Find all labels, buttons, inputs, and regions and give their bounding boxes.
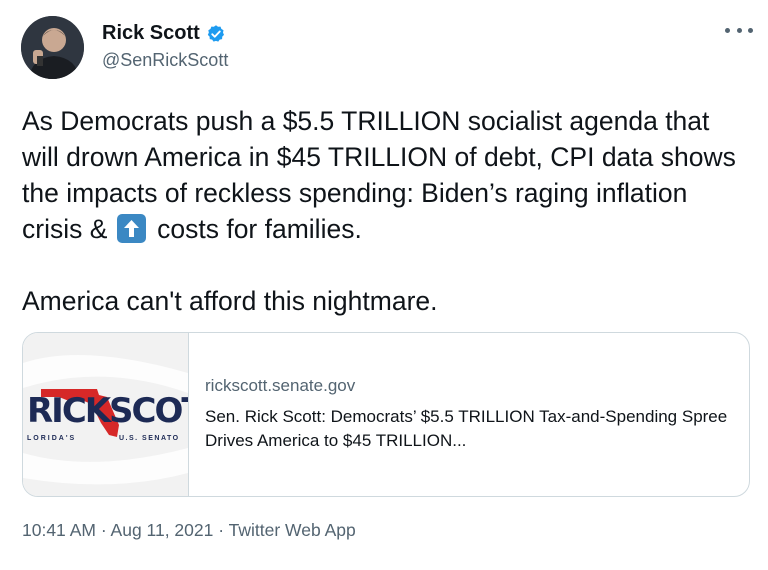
dot-icon (725, 27, 730, 33)
tweet-text: As Democrats push a $5.5 TRILLION social… (22, 103, 752, 319)
card-thumbnail: RICK SCOTT LORIDA'S U.S. SENATO (23, 333, 189, 496)
thumb-subtitle-left: LORIDA'S (27, 435, 77, 442)
tweet-source[interactable]: Twitter Web App (229, 520, 356, 540)
tweet-time[interactable]: 10:41 AM (22, 520, 96, 540)
card-domain: rickscott.senate.gov (205, 376, 356, 395)
author-name[interactable]: Rick Scott (102, 22, 200, 45)
link-card[interactable]: RICK SCOTT LORIDA'S U.S. SENATO rickscot… (22, 332, 750, 497)
author-handle[interactable]: @SenRickScott (102, 50, 228, 71)
tweet-meta: 10:41 AM · Aug 11, 2021 · Twitter Web Ap… (22, 520, 356, 541)
dot-icon (736, 27, 742, 33)
tweet-text-part2: costs for families. (149, 214, 362, 244)
tweet-paragraph-1: As Democrats push a $5.5 TRILLION social… (22, 103, 752, 247)
dot-icon (748, 27, 753, 33)
more-options-icon[interactable] (725, 22, 753, 38)
thumb-logo-rick: RICK (27, 391, 111, 431)
meta-separator: · (213, 520, 229, 540)
tweet: Rick Scott @SenRickScott As Democrats pu… (0, 0, 768, 570)
tweet-date[interactable]: Aug 11, 2021 (111, 520, 214, 540)
meta-separator: · (95, 520, 111, 540)
tweet-paragraph-2: America can't afford this nightmare. (22, 286, 438, 316)
avatar[interactable] (21, 16, 84, 79)
author-name-row: Rick Scott (102, 22, 226, 45)
card-body: rickscott.senate.gov Sen. Rick Scott: De… (205, 375, 735, 453)
up-arrow-emoji-icon (116, 214, 146, 243)
thumb-subtitle-right: U.S. SENATO (119, 435, 180, 442)
card-title: Sen. Rick Scott: Democrats’ $5.5 TRILLIO… (205, 407, 728, 450)
thumb-logo-scott: SCOTT (109, 391, 188, 431)
verified-badge-icon (206, 24, 226, 44)
